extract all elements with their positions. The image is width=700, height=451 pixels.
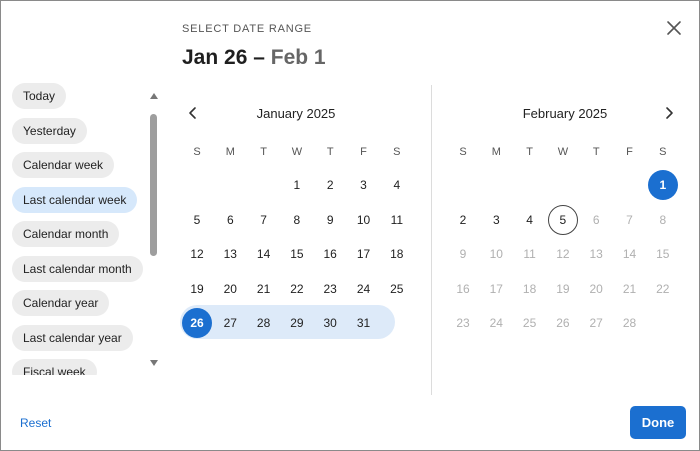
preset-chip[interactable]: Calendar week <box>12 152 115 178</box>
calendar-day[interactable]: 13 <box>581 239 611 269</box>
calendar-day[interactable]: 1 <box>282 170 312 200</box>
calendar-day[interactable]: 14 <box>615 239 645 269</box>
weekday-label: M <box>225 146 235 158</box>
calendar-day[interactable]: 21 <box>615 274 645 304</box>
preset-chip[interactable]: Last calendar year <box>12 324 133 351</box>
calendar-day[interactable]: 22 <box>282 274 312 304</box>
preset-chip[interactable]: Today <box>12 83 67 109</box>
calendar-day[interactable]: 19 <box>548 274 578 304</box>
calendar-day[interactable]: 6 <box>215 205 245 235</box>
calendar-day[interactable]: 16 <box>315 239 345 269</box>
calendar-day[interactable]: 13 <box>215 239 245 269</box>
calendar-day[interactable]: 4 <box>515 205 545 235</box>
weekday-label: W <box>291 146 303 158</box>
calendar-day[interactable]: 12 <box>548 239 578 269</box>
range-dash: – <box>253 46 265 69</box>
calendar-divider <box>431 85 432 395</box>
range-start-text: Jan 26 <box>182 46 248 69</box>
calendar-day[interactable]: 25 <box>515 308 545 338</box>
calendar-day[interactable]: 5 <box>547 204 578 235</box>
calendar-day[interactable]: 8 <box>282 205 312 235</box>
calendar-day[interactable]: 3 <box>481 205 511 235</box>
calendar-day[interactable]: 1 <box>647 170 678 200</box>
preset-chip[interactable]: Yesterday <box>12 117 87 144</box>
calendar-day[interactable]: 21 <box>249 274 279 304</box>
range-end-text: Feb 1 <box>270 46 326 69</box>
calendar-day[interactable]: 15 <box>648 239 678 269</box>
weekday-label: S <box>459 146 467 158</box>
scrollbar-thumb[interactable] <box>150 114 157 256</box>
calendar-day[interactable]: 9 <box>448 239 478 269</box>
calendar-day[interactable]: 20 <box>215 274 245 304</box>
weekday-label: F <box>360 146 367 158</box>
calendar-day[interactable]: 27 <box>581 308 611 338</box>
close-button[interactable] <box>663 17 685 39</box>
dialog-heading: SELECT DATE RANGE <box>182 23 312 35</box>
calendar-day[interactable]: 12 <box>182 239 212 269</box>
calendar-day[interactable]: 18 <box>382 239 412 269</box>
calendar-day[interactable]: 17 <box>481 274 511 304</box>
calendar-day[interactable]: 11 <box>382 205 412 235</box>
calendar-day[interactable]: 10 <box>481 239 511 269</box>
preset-chip[interactable]: Last calendar month <box>12 255 143 282</box>
preset-chip[interactable]: Calendar year <box>12 290 110 316</box>
calendar-day[interactable]: 16 <box>448 274 478 304</box>
calendar-day[interactable]: 14 <box>249 239 279 269</box>
weekday-label: W <box>557 146 569 158</box>
calendar-day[interactable]: 23 <box>448 308 478 338</box>
calendar-day[interactable]: 17 <box>349 239 379 269</box>
month-title: January 2025 <box>256 106 336 121</box>
close-icon <box>667 21 681 35</box>
calendar-day[interactable]: 8 <box>648 205 678 235</box>
weekday-label: T <box>592 146 600 158</box>
calendar-day[interactable]: 25 <box>382 274 412 304</box>
weekday-label: S <box>659 146 667 158</box>
calendar-day[interactable]: 30 <box>315 308 345 338</box>
calendar-day[interactable]: 22 <box>648 274 678 304</box>
done-button[interactable]: Done <box>630 406 686 439</box>
scroll-up-arrow-icon[interactable] <box>150 93 158 99</box>
calendar-day[interactable]: 4 <box>382 170 412 200</box>
weekday-label: S <box>193 146 201 158</box>
weekday-label: F <box>626 146 633 158</box>
month-title: February 2025 <box>522 106 608 121</box>
calendar-day[interactable]: 24 <box>481 308 511 338</box>
calendar-day[interactable]: 6 <box>581 205 611 235</box>
calendar-day[interactable]: 31 <box>349 308 379 338</box>
weekday-label: T <box>526 146 533 158</box>
selected-range-display: Jan 26 – Feb 1 <box>182 46 326 70</box>
calendar-day[interactable]: 15 <box>282 239 312 269</box>
calendar-day[interactable]: 10 <box>349 205 379 235</box>
scroll-down-arrow-icon[interactable] <box>150 360 158 366</box>
date-range-dialog: SELECT DATE RANGE Jan 26 – Feb 1 Today Ye… <box>0 0 700 451</box>
calendar-day[interactable]: 18 <box>515 274 545 304</box>
calendar-day[interactable]: 7 <box>249 205 279 235</box>
calendar-day[interactable]: 23 <box>315 274 345 304</box>
calendar-day[interactable]: 28 <box>249 308 279 338</box>
preset-chip[interactable]: Calendar month <box>12 221 120 247</box>
calendar-day[interactable]: 9 <box>315 205 345 235</box>
calendar-day[interactable]: 26 <box>182 308 212 338</box>
preset-chip[interactable]: Fiscal week <box>12 359 97 375</box>
weekday-label: T <box>260 146 267 158</box>
weekday-label: T <box>326 146 334 158</box>
weekday-label: S <box>393 146 401 158</box>
calendar-day[interactable]: 20 <box>581 274 611 304</box>
calendar-day[interactable]: 19 <box>182 274 212 304</box>
calendar-day[interactable]: 24 <box>349 274 379 304</box>
weekday-label: M <box>491 146 501 158</box>
calendar-day[interactable]: 7 <box>615 205 645 235</box>
calendar-day[interactable]: 11 <box>515 239 545 269</box>
calendar-day[interactable]: 28 <box>615 308 645 338</box>
calendar-day[interactable]: 29 <box>282 308 312 338</box>
calendar-day[interactable]: 2 <box>315 170 345 200</box>
calendar-day[interactable]: 3 <box>349 170 379 200</box>
calendar-day[interactable]: 2 <box>448 205 478 235</box>
calendar-day[interactable]: 5 <box>182 205 212 235</box>
preset-list: Today Yesterday Calendar week Last calendar… <box>1 83 161 375</box>
preset-chip[interactable]: Last calendar week <box>12 186 138 213</box>
calendar-day[interactable]: 26 <box>548 308 578 338</box>
reset-button[interactable]: Reset <box>20 416 51 430</box>
